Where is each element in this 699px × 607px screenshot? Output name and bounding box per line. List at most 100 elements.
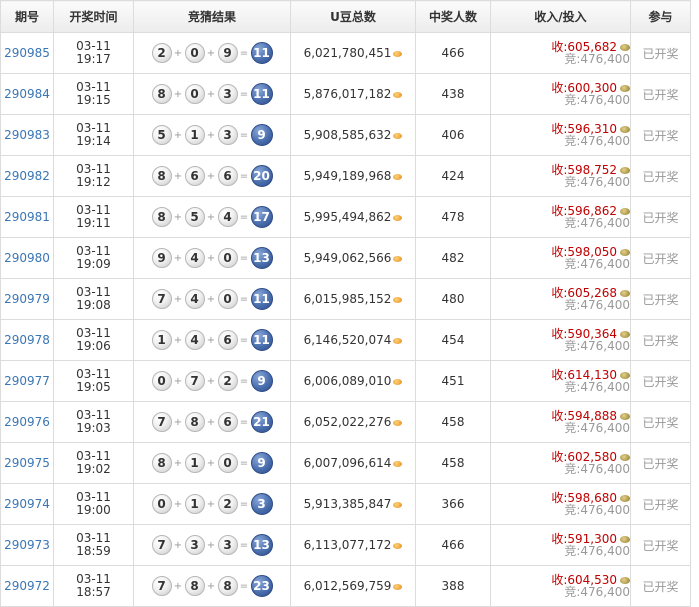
coin-icon [393, 378, 403, 385]
issue-link[interactable]: 290974 [4, 497, 50, 511]
equals-sign: = [239, 334, 249, 346]
winners-cell: 438 [415, 73, 491, 115]
draw-time: 19:12 [76, 175, 111, 189]
bet-line: 竞:476,400 [491, 258, 630, 270]
income-cell: 收:614,130 竞:476,400 [490, 360, 631, 402]
plus-sign: + [206, 129, 216, 141]
draw-time: 19:09 [76, 257, 111, 271]
bet-amount: 竞:476,400 [564, 544, 630, 558]
coin-icon [393, 337, 403, 344]
ball-3: 9 [217, 43, 238, 63]
issue-cell: 290983 [0, 114, 54, 156]
pool-amount: 6,006,089,010 [303, 374, 392, 388]
table-row: 290975 03-11 19:02 8 + 1 + 0 = 9 6,007,0… [0, 442, 691, 484]
issue-link[interactable]: 290980 [4, 251, 50, 265]
table-row: 290985 03-11 19:17 2 + 0 + 9 = 11 6,021,… [0, 32, 691, 74]
issue-cell: 290977 [0, 360, 54, 402]
plus-sign: + [206, 293, 216, 305]
income-cell: 收:598,050 竞:476,400 [490, 237, 631, 279]
result-balls: 2 + 0 + 9 = 11 [134, 42, 290, 64]
time-cell: 03-11 19:15 [53, 73, 134, 115]
draw-time: 19:05 [76, 380, 111, 394]
bet-amount: 竞:476,400 [564, 298, 630, 312]
plus-sign: + [206, 47, 216, 59]
plus-sign: + [206, 334, 216, 346]
bet-line: 竞:476,400 [491, 176, 630, 188]
pool-amount: 6,007,096,614 [303, 456, 392, 470]
issue-cell: 290972 [0, 565, 54, 607]
issue-link[interactable]: 290975 [4, 456, 50, 470]
coin-icon [393, 173, 403, 180]
bean-bag-icon [620, 166, 630, 174]
ball-2: 0 [184, 84, 205, 104]
sum-ball: 11 [250, 42, 273, 64]
coin-icon [393, 214, 403, 221]
ball-1: 5 [151, 125, 172, 145]
pool-amount: 5,908,585,632 [303, 128, 392, 142]
winners-cell: 478 [415, 196, 491, 238]
equals-sign: = [239, 170, 249, 182]
issue-cell: 290974 [0, 483, 54, 525]
bet-line: 竞:476,400 [491, 463, 630, 475]
result-cell: 8 + 1 + 0 = 9 [133, 442, 291, 484]
sum-ball: 13 [250, 534, 273, 556]
join-status: 已开奖 [630, 524, 691, 566]
pool-amount: 5,913,385,847 [303, 497, 392, 511]
bet-amount: 竞:476,400 [564, 339, 630, 353]
table-row: 290981 03-11 19:11 8 + 5 + 4 = 17 5,995,… [0, 196, 691, 238]
pool-amount: 6,021,780,451 [303, 46, 392, 60]
winners-cell: 406 [415, 114, 491, 156]
issue-link[interactable]: 290982 [4, 169, 50, 183]
table-row: 290976 03-11 19:03 7 + 8 + 6 = 21 6,052,… [0, 401, 691, 443]
issue-link[interactable]: 290976 [4, 415, 50, 429]
time-cell: 03-11 19:06 [53, 319, 134, 361]
table-row: 290978 03-11 19:06 1 + 4 + 6 = 11 6,146,… [0, 319, 691, 361]
issue-link[interactable]: 290983 [4, 128, 50, 142]
result-balls: 8 + 1 + 0 = 9 [134, 452, 290, 474]
coin-icon [393, 583, 403, 590]
bean-bag-icon [620, 371, 630, 379]
issue-link[interactable]: 290985 [4, 46, 50, 60]
issue-link[interactable]: 290972 [4, 579, 50, 593]
issue-link[interactable]: 290979 [4, 292, 50, 306]
ball-2: 4 [184, 330, 205, 350]
plus-sign: + [173, 252, 183, 264]
ball-1: 8 [151, 453, 172, 473]
issue-cell: 290984 [0, 73, 54, 115]
ball-2: 4 [184, 289, 205, 309]
income-cell: 收:596,310 竞:476,400 [490, 114, 631, 156]
issue-link[interactable]: 290977 [4, 374, 50, 388]
issue-link[interactable]: 290984 [4, 87, 50, 101]
ball-2: 8 [184, 412, 205, 432]
plus-sign: + [173, 375, 183, 387]
issue-cell: 290980 [0, 237, 54, 279]
winners-cell: 424 [415, 155, 491, 197]
table-row: 290974 03-11 19:00 0 + 1 + 2 = 3 5,913,3… [0, 483, 691, 525]
pool-cell: 6,021,780,451 [290, 32, 416, 74]
draw-time: 19:02 [76, 462, 111, 476]
equals-sign: = [239, 375, 249, 387]
ball-3: 3 [217, 125, 238, 145]
bet-line: 竞:476,400 [491, 545, 630, 557]
ball-3: 6 [217, 330, 238, 350]
plus-sign: + [206, 211, 216, 223]
result-cell: 9 + 4 + 0 = 13 [133, 237, 291, 279]
winners-cell: 366 [415, 483, 491, 525]
result-balls: 8 + 5 + 4 = 17 [134, 206, 290, 228]
issue-link[interactable]: 290973 [4, 538, 50, 552]
sum-ball: 11 [250, 329, 273, 351]
pool-cell: 6,052,022,276 [290, 401, 416, 443]
pool-cell: 5,913,385,847 [290, 483, 416, 525]
draw-time: 18:57 [76, 585, 111, 599]
result-balls: 0 + 7 + 2 = 9 [134, 370, 290, 392]
result-balls: 7 + 3 + 3 = 13 [134, 534, 290, 556]
issue-link[interactable]: 290981 [4, 210, 50, 224]
issue-link[interactable]: 290978 [4, 333, 50, 347]
result-cell: 7 + 4 + 0 = 11 [133, 278, 291, 320]
income-cell: 收:590,364 竞:476,400 [490, 319, 631, 361]
coin-icon [393, 255, 403, 262]
coin-icon [393, 91, 403, 98]
result-balls: 8 + 6 + 6 = 20 [134, 165, 290, 187]
bet-line: 竞:476,400 [491, 504, 630, 516]
ball-3: 8 [217, 576, 238, 596]
